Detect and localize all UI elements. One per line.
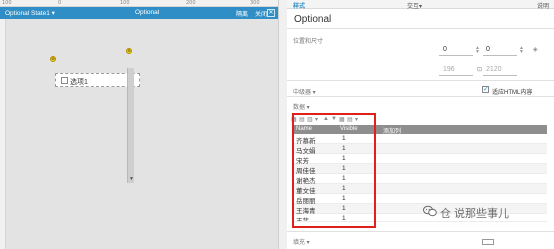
height-field[interactable]: 2120: [486, 66, 502, 73]
y-field[interactable]: 0: [486, 46, 490, 53]
x-field[interactable]: 0: [443, 46, 447, 53]
tab-interaction[interactable]: 交互▾: [407, 1, 422, 10]
width-field-underline: [439, 75, 473, 76]
close-icon[interactable]: ✕: [267, 9, 275, 17]
fit-html-label: 适应HTML内容: [492, 90, 533, 96]
data-caption[interactable]: 数据 ▾: [293, 102, 310, 111]
state-selector[interactable]: Optional State1 ▾: [5, 9, 55, 17]
y-stepper-icon[interactable]: ▲ ▼: [519, 46, 524, 55]
app-root: 100 0 100 200 300 Optional State1 ▾ Opti…: [0, 0, 554, 249]
panel-divider[interactable]: [278, 0, 287, 249]
width-field[interactable]: 196: [443, 66, 455, 73]
fit-html-checkbox[interactable]: [482, 85, 489, 93]
isolate-button[interactable]: 隔离: [236, 9, 248, 18]
widget-title: Optional: [294, 14, 332, 25]
watermark-text: 仓 说那些事儿: [440, 208, 510, 220]
option-checkbox[interactable]: [61, 77, 68, 84]
option-label: 选项1: [70, 79, 88, 86]
divider: [287, 96, 554, 97]
ruler-tick: 0: [58, 0, 62, 6]
divider: [287, 231, 554, 232]
watermark: 仓 说那些事儿: [423, 203, 543, 221]
height-field-underline: [483, 75, 517, 76]
chat-bubble-icon: [423, 205, 437, 217]
tab-notes[interactable]: 说明: [537, 1, 549, 10]
annotation-highlight-box: [292, 113, 376, 228]
x-field-underline: [439, 55, 473, 56]
horizontal-ruler: 100 0 100 200 300: [0, 0, 278, 7]
widget-scrollbar[interactable]: ▼: [127, 68, 134, 183]
anchor-marker-icon[interactable]: ⊕: [126, 48, 132, 54]
ruler-tick: 300: [250, 0, 260, 6]
divider: [287, 28, 554, 29]
y-field-underline: [483, 55, 517, 56]
position-size-caption: 位置和尺寸: [293, 39, 324, 45]
dropdown-caption[interactable]: 中级器 ▾: [293, 87, 316, 96]
tab-mode-label: Optional: [135, 9, 160, 16]
x-stepper-icon[interactable]: ▲ ▼: [475, 46, 480, 55]
rotate-icon[interactable]: ◈: [533, 46, 538, 53]
lock-ratio-icon[interactable]: ⊡: [477, 66, 482, 73]
inspector-tabs: 样式 交互▾ 说明: [287, 0, 554, 10]
ruler-tick: 200: [186, 0, 196, 6]
fill-color-swatch[interactable]: [482, 239, 494, 245]
state-tab-bar: Optional State1 ▾ Optional 隔离 关闭 ✕: [0, 7, 278, 19]
scroll-down-icon[interactable]: ▼: [129, 176, 134, 182]
anchor-marker-icon[interactable]: ⊕: [50, 56, 56, 62]
fill-caption[interactable]: 填充 ▾: [293, 237, 310, 246]
ruler-tick: 100: [2, 0, 12, 6]
divider: [287, 80, 554, 81]
tab-style[interactable]: 样式: [293, 1, 305, 10]
close-label-button[interactable]: 关闭: [255, 9, 267, 18]
ruler-tick: 100: [120, 0, 130, 6]
design-canvas[interactable]: 选项1 ⊕ ⊕ ▼: [6, 19, 278, 249]
